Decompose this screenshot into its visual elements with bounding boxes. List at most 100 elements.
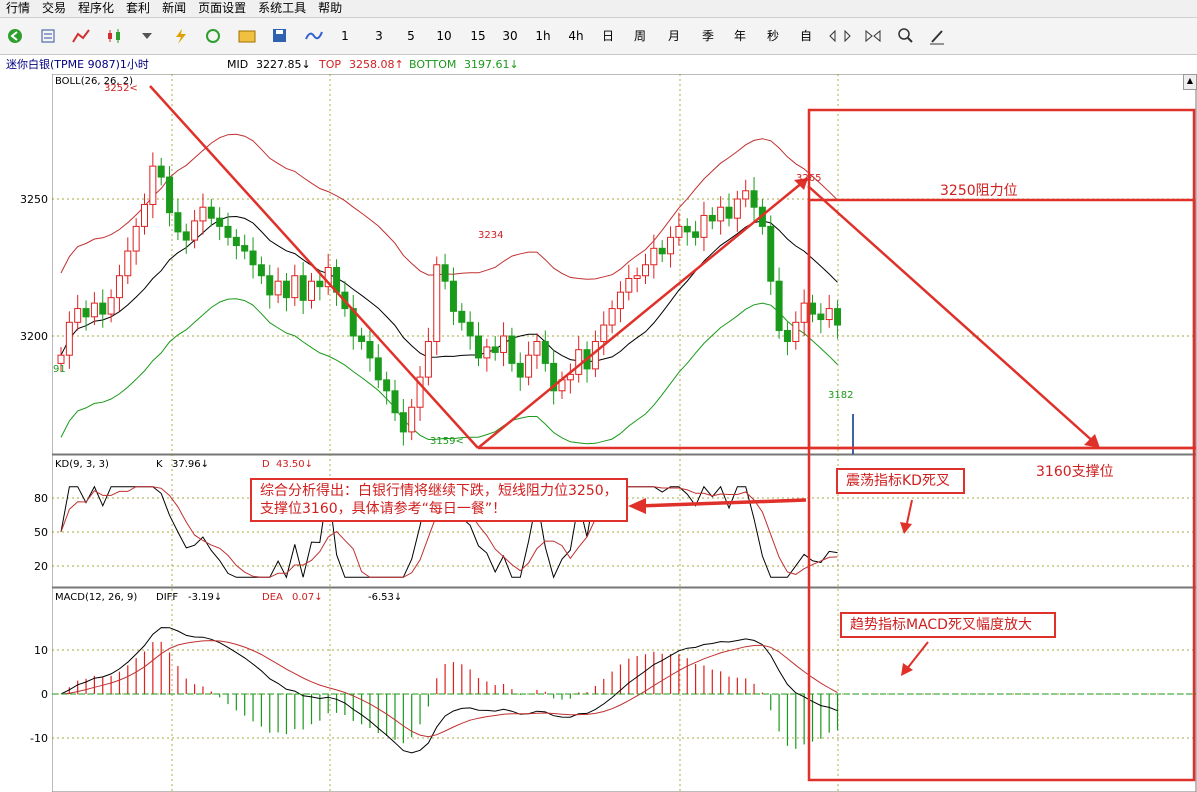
line-chart-icon[interactable] [72,29,90,43]
menu-item-program[interactable]: 程序化 [72,0,120,17]
candle-down [783,330,791,342]
candle-down [750,190,758,208]
candle-down [232,236,240,247]
macd-diff-value: -3.19↓ [188,592,222,603]
grid-lines [52,74,1196,792]
period-30[interactable]: 30 [500,28,520,45]
macd-dea-label: DEA [262,592,283,603]
top-label: TOP [319,58,342,71]
candle-up [825,308,833,321]
kd-tick-80: 80 [34,492,48,505]
menu-item-arbitrage[interactable]: 套利 [120,0,156,17]
period-1h[interactable]: 1h [533,28,553,45]
chart-squeeze-icon[interactable] [865,29,881,43]
list-icon[interactable] [41,29,55,43]
period-month[interactable]: 月 [666,28,682,45]
kd-d-label: D [262,459,270,470]
period-4h[interactable]: 4h [566,28,586,45]
trend-annotations [149,85,1196,782]
candle-up [408,406,416,433]
period-custom[interactable]: 自 [798,28,814,45]
menu-item-page-settings[interactable]: 页面设置 [192,0,252,17]
menu-item-trade[interactable]: 交易 [36,0,72,17]
period-day[interactable]: 日 [600,28,616,45]
candle-down [475,335,482,359]
candle-down [809,302,816,315]
menu-item-quotes[interactable]: 行情 [0,0,36,17]
focus-box [807,108,1196,782]
candle-down [441,264,449,282]
boll-bands [60,133,838,445]
candle-up [149,165,157,205]
uptrend-line [477,177,809,449]
analysis-arrowhead [628,498,646,514]
candle-down [266,275,274,296]
toolbar: 1 3 5 10 15 30 1h 4h 日 周 月 季 年 秒 自 [0,18,1197,55]
chart-left-right-icon[interactable] [829,29,851,43]
candle-up [500,335,508,353]
pencil-icon[interactable] [930,30,944,45]
candle-down [399,412,407,433]
price-panel-frame [52,74,1197,455]
candle-down [207,206,215,219]
macd-cross-callout: 趋势指标MACD死叉幅度放大 [840,612,1056,638]
candle-chart-icon[interactable] [108,29,120,43]
open-folder-icon[interactable] [238,30,256,43]
period-3[interactable]: 3 [372,28,386,45]
analysis-arrow-line [637,498,807,508]
kd-k-value: 37.96↓ [172,459,209,470]
candle-up [274,280,282,296]
scroll-up-button[interactable]: ▲ [1183,74,1197,90]
candle-down [658,247,666,255]
kd-d-value: 43.50↓ [276,459,313,470]
kd-cross-callout: 震荡指标KD死叉 [836,468,965,494]
back-icon[interactable] [8,29,22,43]
macd-cross-arrow-line [905,641,929,671]
save-icon[interactable] [273,29,286,42]
period-10[interactable]: 10 [434,28,454,45]
candle-down [282,280,290,299]
refresh-icon[interactable] [206,29,220,43]
candle-down [99,302,107,315]
candle-down [182,231,190,241]
menu-item-help[interactable]: 帮助 [312,0,348,17]
candle-up [107,297,115,315]
mid-label: MID [227,58,249,71]
candle-up [667,236,675,255]
wave-icon[interactable] [305,31,323,40]
period-season[interactable]: 季 [700,28,716,45]
menu-item-news[interactable]: 新闻 [156,0,192,17]
search-icon[interactable] [898,28,913,43]
candle-up [717,206,725,222]
candle-up [483,346,491,359]
candle-down [708,214,716,222]
price-partial-label: 91 [53,364,66,375]
period-week[interactable]: 周 [632,28,648,45]
candle-down [374,357,382,381]
candle-down [516,362,524,378]
candle-down [692,231,700,238]
candle-up [115,275,123,299]
candle-down [725,206,733,219]
label-high-3234: 3234 [478,230,503,241]
boll-lower-line [60,298,838,445]
period-second[interactable]: 秒 [765,28,781,45]
candle-down [817,313,825,321]
lightning-icon[interactable] [176,29,186,44]
dropdown-arrow-icon[interactable] [142,33,152,39]
candle-up [792,321,800,342]
candle-down [299,275,307,301]
period-5[interactable]: 5 [404,28,418,45]
period-15[interactable]: 15 [468,28,488,45]
kd-title: KD(9, 3, 3) [55,459,109,470]
candle-up [291,275,299,299]
macd-tick-neg10: -10 [30,732,48,745]
candle-down [366,340,374,359]
candle-down [316,280,324,288]
menu-item-system-tools[interactable]: 系统工具 [252,0,312,17]
period-year[interactable]: 年 [732,28,748,45]
candle-down [458,310,466,323]
chart-canvas[interactable]: BOLL(26, 26, 2) 91 3252< 3159< 3234 3265… [52,74,1197,792]
top-value: 3258.08↑ [349,58,404,71]
period-1[interactable]: 1 [338,28,352,45]
